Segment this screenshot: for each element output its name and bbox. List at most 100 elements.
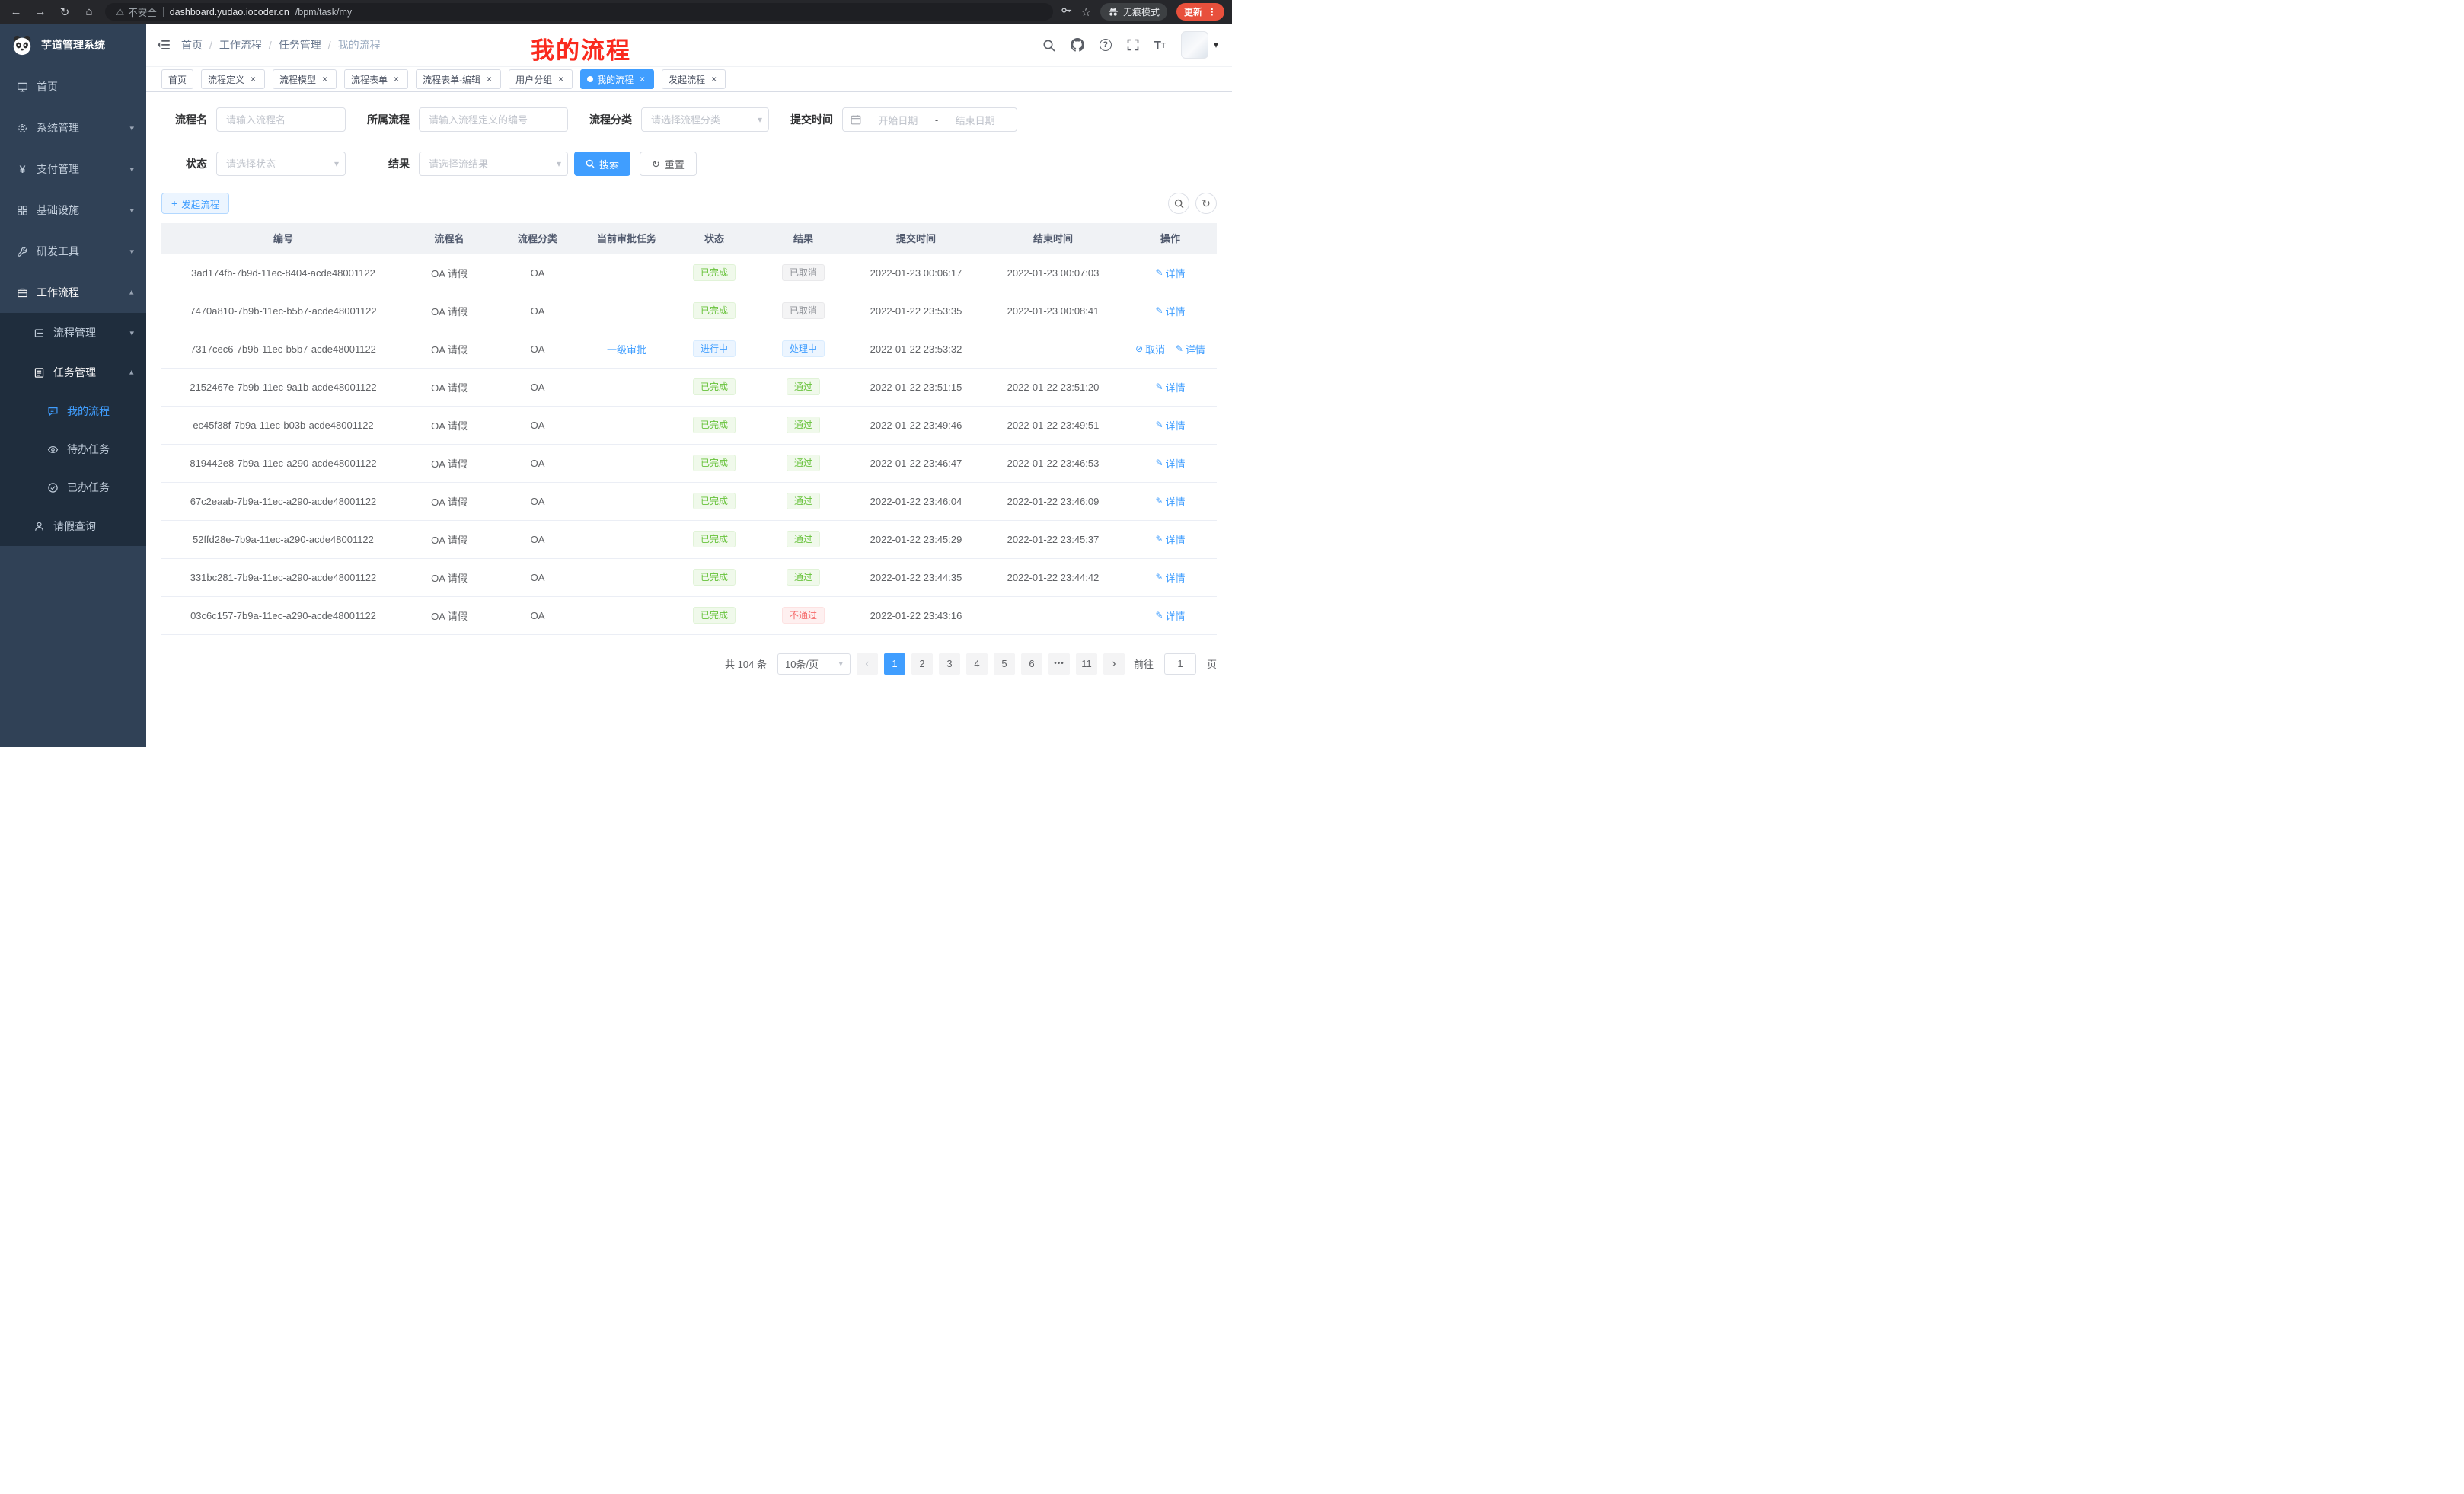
reset-button[interactable]: ↻ 重置 bbox=[640, 152, 697, 176]
sidebar-item-done-tasks[interactable]: 已办任务 bbox=[0, 468, 146, 506]
tab-start-process[interactable]: 发起流程 × bbox=[662, 69, 726, 89]
tab-process-form-edit[interactable]: 流程表单-编辑 × bbox=[416, 69, 501, 89]
page-button-5[interactable]: 5 bbox=[994, 653, 1015, 675]
detail-link[interactable]: ✎详情 bbox=[1155, 456, 1185, 471]
process-id: 2152467e-7b9b-11ec-9a1b-acde48001122 bbox=[190, 381, 376, 393]
breadcrumb-item-task-management[interactable]: 任务管理 bbox=[279, 37, 321, 53]
current-task-link[interactable]: 一级审批 bbox=[607, 342, 646, 356]
key-icon[interactable] bbox=[1061, 5, 1072, 20]
tab-close-icon[interactable]: × bbox=[320, 75, 330, 85]
next-page-button[interactable]: › bbox=[1103, 653, 1125, 675]
sidebar-item-workflow[interactable]: 工作流程 ▾ bbox=[0, 272, 146, 313]
person-icon bbox=[34, 521, 45, 532]
detail-link[interactable]: ✎详情 bbox=[1155, 494, 1185, 509]
cancel-link[interactable]: ⊘取消 bbox=[1135, 342, 1165, 356]
sidebar-item-my-process[interactable]: 我的流程 bbox=[0, 392, 146, 430]
tab-home[interactable]: 首页 bbox=[161, 69, 193, 89]
browser-forward-button[interactable]: → bbox=[32, 3, 49, 21]
page-size-select[interactable]: 10条/页 ▾ bbox=[777, 653, 851, 675]
page-button-2[interactable]: 2 bbox=[911, 653, 933, 675]
process-id: 52ffd28e-7b9a-11ec-a290-acde48001122 bbox=[193, 534, 374, 545]
detail-link[interactable]: ✎详情 bbox=[1155, 266, 1185, 280]
browser-home-button[interactable]: ⌂ bbox=[81, 3, 97, 21]
breadcrumb-item-home[interactable]: 首页 bbox=[181, 37, 203, 53]
detail-link[interactable]: ✎详情 bbox=[1155, 418, 1185, 433]
detail-link[interactable]: ✎详情 bbox=[1176, 342, 1205, 356]
breadcrumb-item-workflow[interactable]: 工作流程 bbox=[219, 37, 262, 53]
status-select[interactable]: ▾ bbox=[216, 152, 346, 176]
avatar[interactable] bbox=[1181, 31, 1208, 59]
start-date-placeholder[interactable]: 开始日期 bbox=[864, 113, 932, 127]
goto-page-input[interactable] bbox=[1164, 653, 1196, 675]
tab-close-icon[interactable]: × bbox=[637, 75, 647, 85]
help-icon[interactable]: ? bbox=[1100, 39, 1112, 51]
page-button-11[interactable]: 11 bbox=[1076, 653, 1097, 675]
sidebar-toggle-icon[interactable] bbox=[157, 38, 171, 52]
create-process-button[interactable]: + 发起流程 bbox=[161, 193, 229, 214]
detail-link[interactable]: ✎详情 bbox=[1155, 608, 1185, 623]
page-button-1[interactable]: 1 bbox=[884, 653, 905, 675]
status-select-input[interactable] bbox=[216, 152, 346, 176]
font-size-icon[interactable]: TT bbox=[1154, 40, 1166, 51]
bookmark-star-icon[interactable]: ☆ bbox=[1081, 5, 1091, 19]
detail-link[interactable]: ✎详情 bbox=[1155, 380, 1185, 394]
tab-close-icon[interactable]: × bbox=[248, 75, 258, 85]
url-divider bbox=[163, 7, 164, 17]
sidebar-item-payment-management[interactable]: ¥ 支付管理 ▾ bbox=[0, 148, 146, 190]
page-button-6[interactable]: 6 bbox=[1021, 653, 1042, 675]
submit-time: 2022-01-22 23:49:46 bbox=[870, 420, 962, 431]
sidebar-item-system-management[interactable]: 系统管理 ▾ bbox=[0, 107, 146, 148]
process-name-input[interactable] bbox=[216, 107, 346, 132]
end-date-placeholder[interactable]: 结束日期 bbox=[941, 113, 1009, 127]
sidebar-item-leave-query[interactable]: 请假查询 bbox=[0, 506, 146, 546]
tab-process-model[interactable]: 流程模型 × bbox=[273, 69, 337, 89]
parent-process-input[interactable] bbox=[419, 107, 568, 132]
search-button[interactable]: 搜索 bbox=[574, 152, 630, 176]
sidebar-item-infrastructure[interactable]: 基础设施 ▾ bbox=[0, 190, 146, 231]
tab-process-definition[interactable]: 流程定义 × bbox=[201, 69, 265, 89]
fullscreen-icon[interactable] bbox=[1127, 39, 1139, 51]
toggle-search-button[interactable] bbox=[1168, 193, 1189, 214]
submit-time: 2022-01-23 00:06:17 bbox=[870, 267, 962, 279]
browser-reload-button[interactable]: ↻ bbox=[56, 3, 73, 21]
sidebar-item-task-management[interactable]: 任务管理 ▾ bbox=[0, 353, 146, 392]
detail-link[interactable]: ✎详情 bbox=[1155, 532, 1185, 547]
tab-close-icon[interactable]: × bbox=[484, 75, 494, 85]
tab-user-group[interactable]: 用户分组 × bbox=[509, 69, 573, 89]
page-button-4[interactable]: 4 bbox=[966, 653, 988, 675]
user-menu[interactable]: ▾ bbox=[1181, 31, 1218, 59]
category-select-input[interactable] bbox=[641, 107, 769, 132]
tab-close-icon[interactable]: × bbox=[556, 75, 566, 85]
result-select[interactable]: ▾ bbox=[419, 152, 568, 176]
sidebar-item-home[interactable]: 首页 bbox=[0, 66, 146, 107]
page-ellipsis-button[interactable]: ••• bbox=[1048, 653, 1070, 675]
browser-back-button[interactable]: ← bbox=[8, 3, 24, 21]
refresh-icon: ↻ bbox=[652, 159, 660, 169]
sidebar-item-devtools[interactable]: 研发工具 ▾ bbox=[0, 231, 146, 272]
app-logo-row[interactable]: 芋道管理系统 bbox=[0, 24, 146, 66]
process-id: 67c2eaab-7b9a-11ec-a290-acde48001122 bbox=[190, 496, 377, 507]
browser-menu-icon[interactable]: ⋮ bbox=[1207, 6, 1217, 18]
tab-close-icon[interactable]: × bbox=[709, 75, 719, 85]
refresh-table-button[interactable]: ↻ bbox=[1195, 193, 1217, 214]
page-button-3[interactable]: 3 bbox=[939, 653, 960, 675]
prev-page-button[interactable]: ‹ bbox=[857, 653, 878, 675]
browser-update-button[interactable]: 更新 ⋮ bbox=[1176, 3, 1224, 21]
search-icon[interactable] bbox=[1042, 39, 1055, 52]
result-select-input[interactable] bbox=[419, 152, 568, 176]
tab-close-icon[interactable]: × bbox=[391, 75, 401, 85]
submit-time-range-picker[interactable]: 开始日期 - 结束日期 bbox=[842, 107, 1017, 132]
address-bar[interactable]: ⚠ 不安全 dashboard.yudao.iocoder.cn/bpm/tas… bbox=[105, 3, 1053, 21]
sidebar-item-todo-tasks[interactable]: 待办任务 bbox=[0, 430, 146, 468]
create-process-label: 发起流程 bbox=[181, 196, 219, 211]
edit-icon: ✎ bbox=[1176, 343, 1183, 354]
submit-time: 2022-01-22 23:51:15 bbox=[870, 381, 962, 393]
tab-my-process[interactable]: 我的流程 × bbox=[580, 69, 654, 89]
tab-process-form[interactable]: 流程表单 × bbox=[344, 69, 408, 89]
sidebar-item-process-management[interactable]: 流程管理 ▾ bbox=[0, 313, 146, 353]
detail-link[interactable]: ✎详情 bbox=[1155, 570, 1185, 585]
detail-link[interactable]: ✎详情 bbox=[1155, 304, 1185, 318]
site-security-warning[interactable]: ⚠ 不安全 bbox=[116, 5, 157, 19]
github-icon[interactable] bbox=[1071, 38, 1084, 52]
category-select[interactable]: ▾ bbox=[641, 107, 769, 132]
